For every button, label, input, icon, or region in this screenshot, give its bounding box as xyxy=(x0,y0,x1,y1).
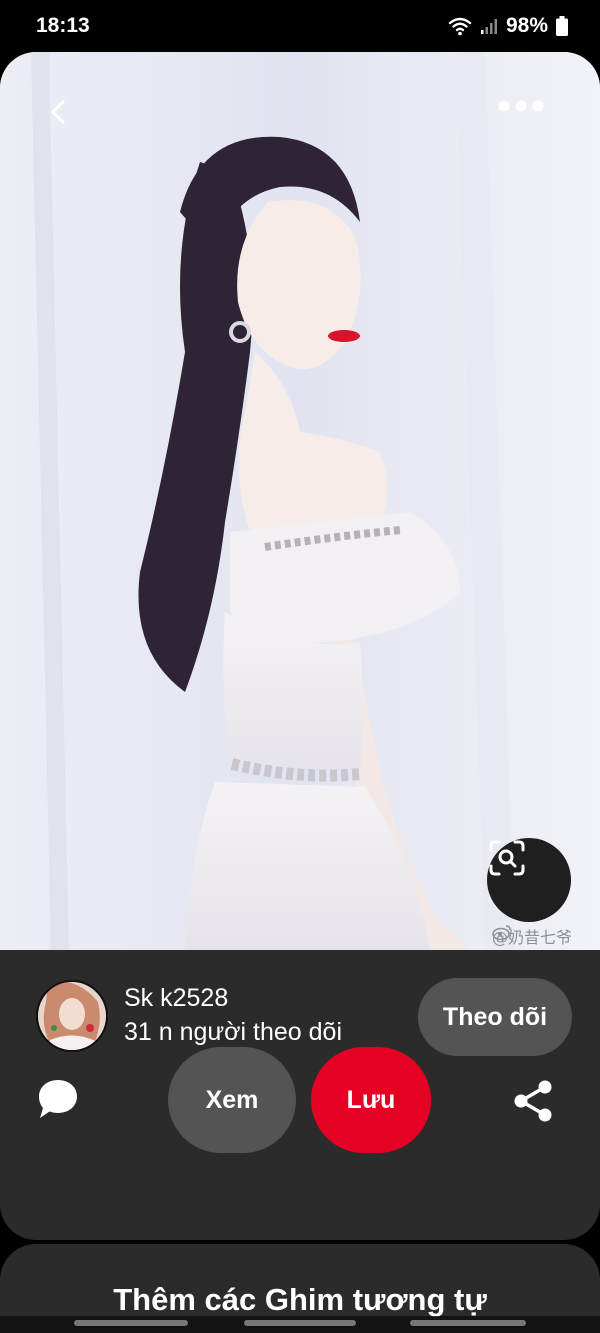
view-button[interactable]: Xem xyxy=(168,1047,296,1153)
lens-scan-icon xyxy=(489,840,525,876)
nav-back[interactable] xyxy=(410,1320,526,1326)
image-watermark: @奶昔七爷 xyxy=(492,924,572,948)
status-bar: 18:13 98% xyxy=(0,0,600,52)
pin-image[interactable]: @奶昔七爷 xyxy=(0,52,600,950)
wifi-icon xyxy=(448,17,472,36)
back-button[interactable] xyxy=(48,98,86,136)
follow-button[interactable]: Theo dõi xyxy=(418,978,572,1056)
status-icons: 98% xyxy=(448,14,568,38)
more-pins-title: Thêm các Ghim tương tự xyxy=(113,1282,487,1317)
signal-icon xyxy=(480,19,497,34)
weibo-icon xyxy=(492,925,511,940)
pin-photo-illustration xyxy=(0,52,600,950)
nav-recent-apps[interactable] xyxy=(74,1320,188,1326)
save-button[interactable]: Lưu xyxy=(311,1047,431,1153)
back-chevron-icon xyxy=(51,100,65,124)
pin-card: @奶昔七爷 Sk k2528 31 n người theo dõi Theo … xyxy=(0,52,600,1240)
battery-icon xyxy=(556,16,568,36)
creator-name[interactable]: Sk k2528 xyxy=(124,984,228,1013)
share-icon xyxy=(514,1080,552,1122)
avatar[interactable] xyxy=(36,980,108,1052)
more-options-button[interactable] xyxy=(498,100,554,134)
comment-button[interactable] xyxy=(36,1077,80,1121)
nav-home[interactable] xyxy=(244,1320,356,1326)
status-time: 18:13 xyxy=(36,14,90,37)
comment-bubble-icon xyxy=(39,1080,77,1118)
avatar-image xyxy=(38,982,106,1050)
follower-count: 31 n người theo dõi xyxy=(124,1018,343,1046)
creator-row: Sk k2528 31 n người theo dõi Theo dõi xyxy=(0,978,600,1058)
more-dots-icon xyxy=(498,100,544,112)
visual-search-button[interactable] xyxy=(487,838,571,922)
battery-percent: 98% xyxy=(505,14,548,37)
pin-detail-screen: 18:13 98% @奶昔七爷 Sk k2528 31 n người theo… xyxy=(0,0,600,1333)
share-button[interactable] xyxy=(512,1079,556,1123)
